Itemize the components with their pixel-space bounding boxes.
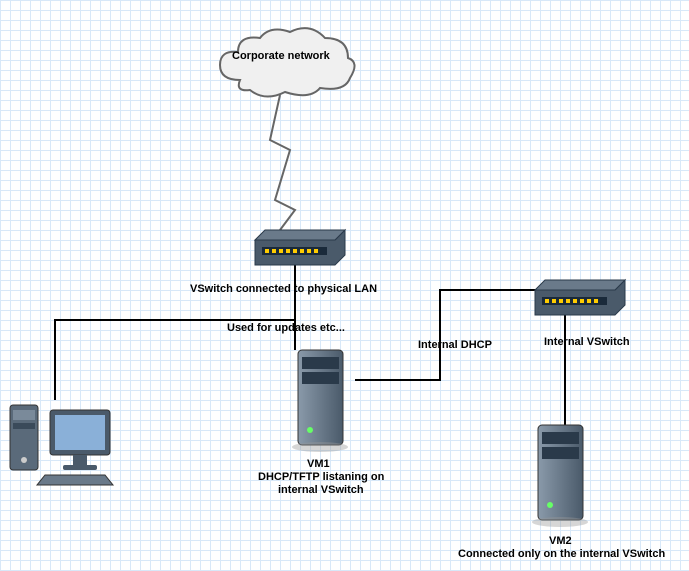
internal-dhcp-label: Internal DHCP	[418, 339, 492, 351]
vswitch-internal-label: Internal VSwitch	[544, 336, 630, 348]
vm2-title: VM2	[549, 535, 572, 547]
vm1-desc1: DHCP/TFTP listaning on	[258, 471, 384, 483]
vswitch-internal	[530, 275, 630, 323]
vm1-server	[290, 345, 360, 458]
updates-label: Used for updates etc...	[227, 322, 345, 334]
vm1-title: VM1	[307, 458, 330, 470]
vm2-server	[530, 420, 600, 533]
vswitch-physical-label: VSwitch connected to physical LAN	[190, 283, 377, 295]
cloud-corporate-network	[210, 20, 360, 113]
cloud-label: Corporate network	[232, 50, 330, 62]
vm1-desc2: internal VSwitch	[278, 484, 364, 496]
workstation	[5, 390, 125, 493]
vm2-desc: Connected only on the internal VSwitch	[458, 548, 665, 560]
vswitch-physical	[250, 225, 350, 273]
